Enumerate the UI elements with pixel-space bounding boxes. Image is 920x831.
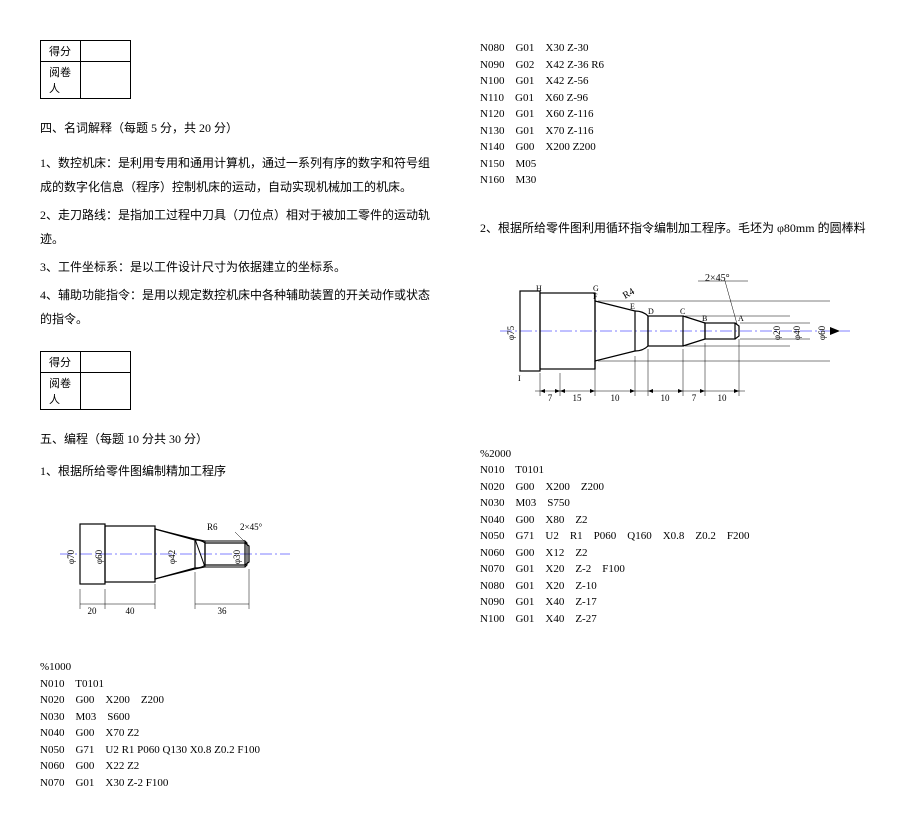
section5-sub2: 2、根据所给零件图利用循环指令编制加工程序。毛坯为 φ80mm 的圆棒料 <box>480 219 880 236</box>
section5-heading: 五、编程（每题 10 分共 30 分） <box>40 430 440 447</box>
pt-d: D <box>648 307 654 316</box>
dim2-10b: 10 <box>661 393 671 403</box>
pt-a: A <box>738 314 744 323</box>
code-block-1b: N080 G01 X30 Z-30 N090 G02 X42 Z-36 R6 N… <box>480 40 880 189</box>
dim2-15: 15 <box>573 393 583 403</box>
section4-item3: 3、工件坐标系：是以工件设计尺寸为依据建立的坐标系。 <box>40 255 440 279</box>
code-block-2: %2000 N010 T0101 N020 G00 X200 Z200 N030… <box>480 446 880 628</box>
code2-header: %2000 <box>480 448 511 460</box>
code1-l2: N030 M03 S600 <box>40 711 130 723</box>
pt-i: I <box>518 374 521 383</box>
dim2-10a: 10 <box>611 393 621 403</box>
code2-l7: N080 G01 X20 Z-10 <box>480 580 597 592</box>
dim2-d60: φ60 <box>817 325 827 340</box>
pt-c: C <box>680 307 685 316</box>
right-column: N080 G01 X30 Z-30 N090 G02 X42 Z-36 R6 N… <box>480 40 880 791</box>
dim-d30: φ30 <box>232 549 242 564</box>
score-label: 得分 <box>41 352 81 373</box>
score-table-1: 得分 阅卷人 <box>40 40 131 99</box>
section4-heading: 四、名词解释（每题 5 分，共 20 分） <box>40 119 440 136</box>
dim2-7a: 7 <box>548 393 553 403</box>
code2-l2: N030 M03 S750 <box>480 497 570 509</box>
code2-l9: N100 G01 X40 Z-27 <box>480 613 597 625</box>
code1b-l1: N090 G02 X42 Z-36 R6 <box>480 59 604 71</box>
code2-l0: N010 T0101 <box>480 464 544 476</box>
code1-l1: N020 G00 X200 Z200 <box>40 694 164 706</box>
part-drawing-1: φ70 φ60 φ42 φ30 R6 2×45° 20 40 36 <box>40 494 440 644</box>
code1b-l6: N140 G00 X200 Z200 <box>480 141 596 153</box>
code2-l5: N060 G00 X12 Z2 <box>480 547 588 559</box>
code1-l0: N010 T0101 <box>40 678 104 690</box>
section4-item1: 1、数控机床：是利用专用和通用计算机，通过一系列有序的数字和符号组成的数字化信息… <box>40 151 440 199</box>
code1-l4: N050 G71 U2 R1 P060 Q130 X0.8 Z0.2 F100 <box>40 744 260 756</box>
dim-d70: φ70 <box>66 549 76 564</box>
section4-item2: 2、走刀路线：是指加工过程中刀具（刀位点）相对于被加工零件的运动轨迹。 <box>40 203 440 251</box>
dim-chamfer: 2×45° <box>240 522 263 532</box>
code2-l1: N020 G00 X200 Z200 <box>480 481 604 493</box>
code1-l6: N070 G01 X30 Z-2 F100 <box>40 777 168 789</box>
code2-l4: N050 G71 U2 R1 P060 Q160 X0.8 Z0.2 F200 <box>480 530 750 542</box>
dim2-d20: φ20 <box>772 325 782 340</box>
dim2-r4: R4 <box>621 286 637 301</box>
code1b-l4: N120 G01 X60 Z-116 <box>480 108 594 120</box>
dim-d60: φ60 <box>94 549 104 564</box>
code1b-l7: N150 M05 <box>480 158 536 170</box>
dim2-d40: φ40 <box>792 325 802 340</box>
dim2-chamfer: 2×45° <box>705 273 730 284</box>
dim-36: 36 <box>218 606 228 616</box>
code1b-l0: N080 G01 X30 Z-30 <box>480 42 588 54</box>
section5-sub1: 1、根据所给零件图编制精加工程序 <box>40 462 440 479</box>
dim2-7b: 7 <box>692 393 697 403</box>
code2-l8: N090 G01 X40 Z-17 <box>480 596 597 608</box>
dim-d42: φ42 <box>167 550 177 564</box>
dim2-10c: 10 <box>718 393 728 403</box>
grader-label: 阅卷人 <box>41 62 81 99</box>
code1b-l5: N130 G01 X70 Z-116 <box>480 125 594 137</box>
code1b-l2: N100 G01 X42 Z-56 <box>480 75 588 87</box>
code1-l3: N040 G00 X70 Z2 <box>40 727 139 739</box>
dim-r6: R6 <box>207 522 218 532</box>
dim-40: 40 <box>126 606 136 616</box>
section4-item4: 4、辅助功能指令：是用以规定数控机床中各种辅助装置的开关动作或状态的指令。 <box>40 283 440 331</box>
pt-h: H <box>536 284 542 293</box>
pt-e: E <box>630 302 635 311</box>
code2-l6: N070 G01 X20 Z-2 F100 <box>480 563 625 575</box>
dim2-d75: φ75 <box>506 325 516 340</box>
code1b-l8: N160 M30 <box>480 174 536 186</box>
code2-l3: N040 G00 X80 Z2 <box>480 514 588 526</box>
pt-f: F <box>593 292 598 301</box>
left-column: 得分 阅卷人 四、名词解释（每题 5 分，共 20 分） 1、数控机床：是利用专… <box>40 40 440 791</box>
part-drawing-2: 2×45° R4 φ20 φ40 φ60 φ75 A B C <box>480 251 880 431</box>
code-block-1: %1000 N010 T0101 N020 G00 X200 Z200 N030… <box>40 659 440 791</box>
code1-header: %1000 <box>40 661 71 673</box>
grader-label: 阅卷人 <box>41 373 81 410</box>
code1b-l3: N110 G01 X60 Z-96 <box>480 92 588 104</box>
pt-b: B <box>702 314 707 323</box>
score-table-2: 得分 阅卷人 <box>40 351 131 410</box>
dim-20: 20 <box>88 606 98 616</box>
code1-l5: N060 G00 X22 Z2 <box>40 760 139 772</box>
pt-g: G <box>593 284 599 293</box>
score-label: 得分 <box>41 41 81 62</box>
